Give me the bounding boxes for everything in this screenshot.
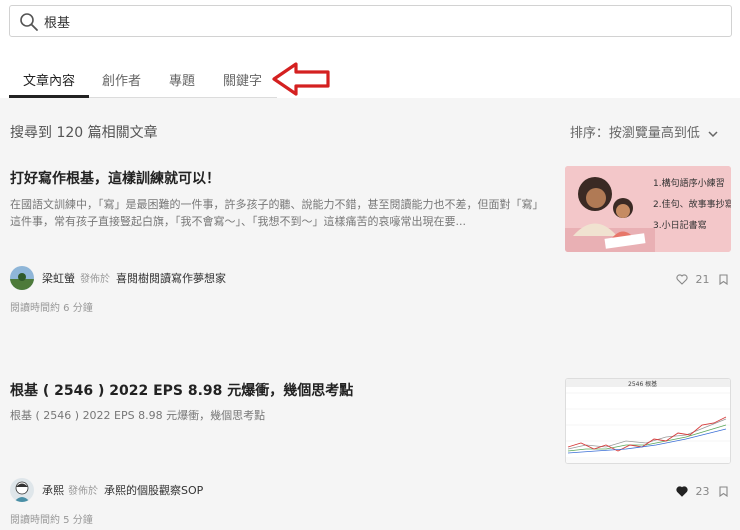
search-box[interactable] xyxy=(9,5,732,37)
posted-label: 發佈於 xyxy=(68,486,98,497)
read-time: 閱讀時間約 6 分鐘 xyxy=(10,303,93,314)
article-title[interactable]: 根基 ( 2546 ) 2022 EPS 8.98 元爆衝，幾個思考點 xyxy=(10,380,353,400)
tab-articles[interactable]: 文章內容 xyxy=(23,70,75,89)
active-tab-indicator xyxy=(9,95,89,98)
search-icon xyxy=(20,13,38,31)
author-name[interactable]: 梁虹螢 xyxy=(42,270,75,286)
sort-label: 排序：按瀏覽量高到低 xyxy=(569,126,700,141)
thumbnail-line: 3.小日記書寫 xyxy=(653,221,707,231)
article-card[interactable]: 打好寫作根基，這樣訓練就可以！ 在國語文訓練中，「寫」是最困難的一件事，許多孩子… xyxy=(10,166,732,316)
author-row: 梁虹螢 發佈於 喜閱樹閱讀寫作夢想家 xyxy=(10,266,410,290)
top-bar: 文章內容 創作者 專題 關鍵字 xyxy=(0,0,740,98)
like-and-bookmark: 21 xyxy=(676,272,728,286)
column-name[interactable]: 喜閱樹閱讀寫作夢想家 xyxy=(116,270,226,286)
stock-chart-icon xyxy=(566,379,730,463)
red-arrow-annotation-icon xyxy=(272,62,330,96)
tab-creators[interactable]: 創作者 xyxy=(102,70,141,89)
article-card[interactable]: 根基 ( 2546 ) 2022 EPS 8.98 元爆衝，幾個思考點 根基 (… xyxy=(10,378,732,528)
like-and-bookmark: 23 xyxy=(676,484,728,498)
author-name[interactable]: 承熙 xyxy=(42,482,64,498)
bookmark-icon[interactable] xyxy=(719,485,728,497)
article-excerpt: 根基 ( 2546 ) 2022 EPS 8.98 元爆衝，幾個思考點 xyxy=(10,409,266,422)
heart-icon[interactable] xyxy=(676,273,688,285)
article-title[interactable]: 打好寫作根基，這樣訓練就可以！ xyxy=(10,168,220,188)
column-name[interactable]: 承熙的個股觀察SOP xyxy=(104,482,203,498)
avatar[interactable] xyxy=(10,478,34,502)
read-time: 閱讀時間約 5 分鐘 xyxy=(10,515,93,526)
thumbnail-line: 1.構句語序小練習 xyxy=(653,179,725,189)
tab-keywords[interactable]: 關鍵字 xyxy=(223,70,262,89)
tab-topics[interactable]: 專題 xyxy=(169,70,195,89)
results-count: 搜尋到 120 篇相關文章 xyxy=(10,125,158,141)
article-excerpt: 在國語文訓練中，「寫」是最困難的一件事，許多孩子的聽、說能力不錯，甚至閱讀能力也… xyxy=(10,198,544,228)
article-thumbnail[interactable]: 1.構句語序小練習 2.佳句、故事事抄寫 3.小日記書寫 xyxy=(565,166,731,252)
article-thumbnail[interactable]: 2546 根基 xyxy=(565,378,731,464)
search-tabs: 文章內容 創作者 專題 關鍵字 xyxy=(9,64,277,98)
like-count: 23 xyxy=(695,484,710,498)
thumbnail-line: 2.佳句、故事事抄寫 xyxy=(653,200,731,210)
posted-label: 發佈於 xyxy=(80,274,110,285)
thumbnail-title: 2546 根基 xyxy=(628,381,658,388)
avatar[interactable] xyxy=(10,266,34,290)
chevron-down-icon xyxy=(708,130,718,137)
author-row: 承熙 發佈於 承熙的個股觀察SOP xyxy=(10,478,410,502)
sort-dropdown[interactable]: 排序：按瀏覽量高到低 xyxy=(570,122,718,141)
bookmark-icon[interactable] xyxy=(719,273,728,285)
heart-icon[interactable] xyxy=(676,485,688,497)
search-input[interactable] xyxy=(44,8,714,34)
like-count: 21 xyxy=(695,272,710,286)
